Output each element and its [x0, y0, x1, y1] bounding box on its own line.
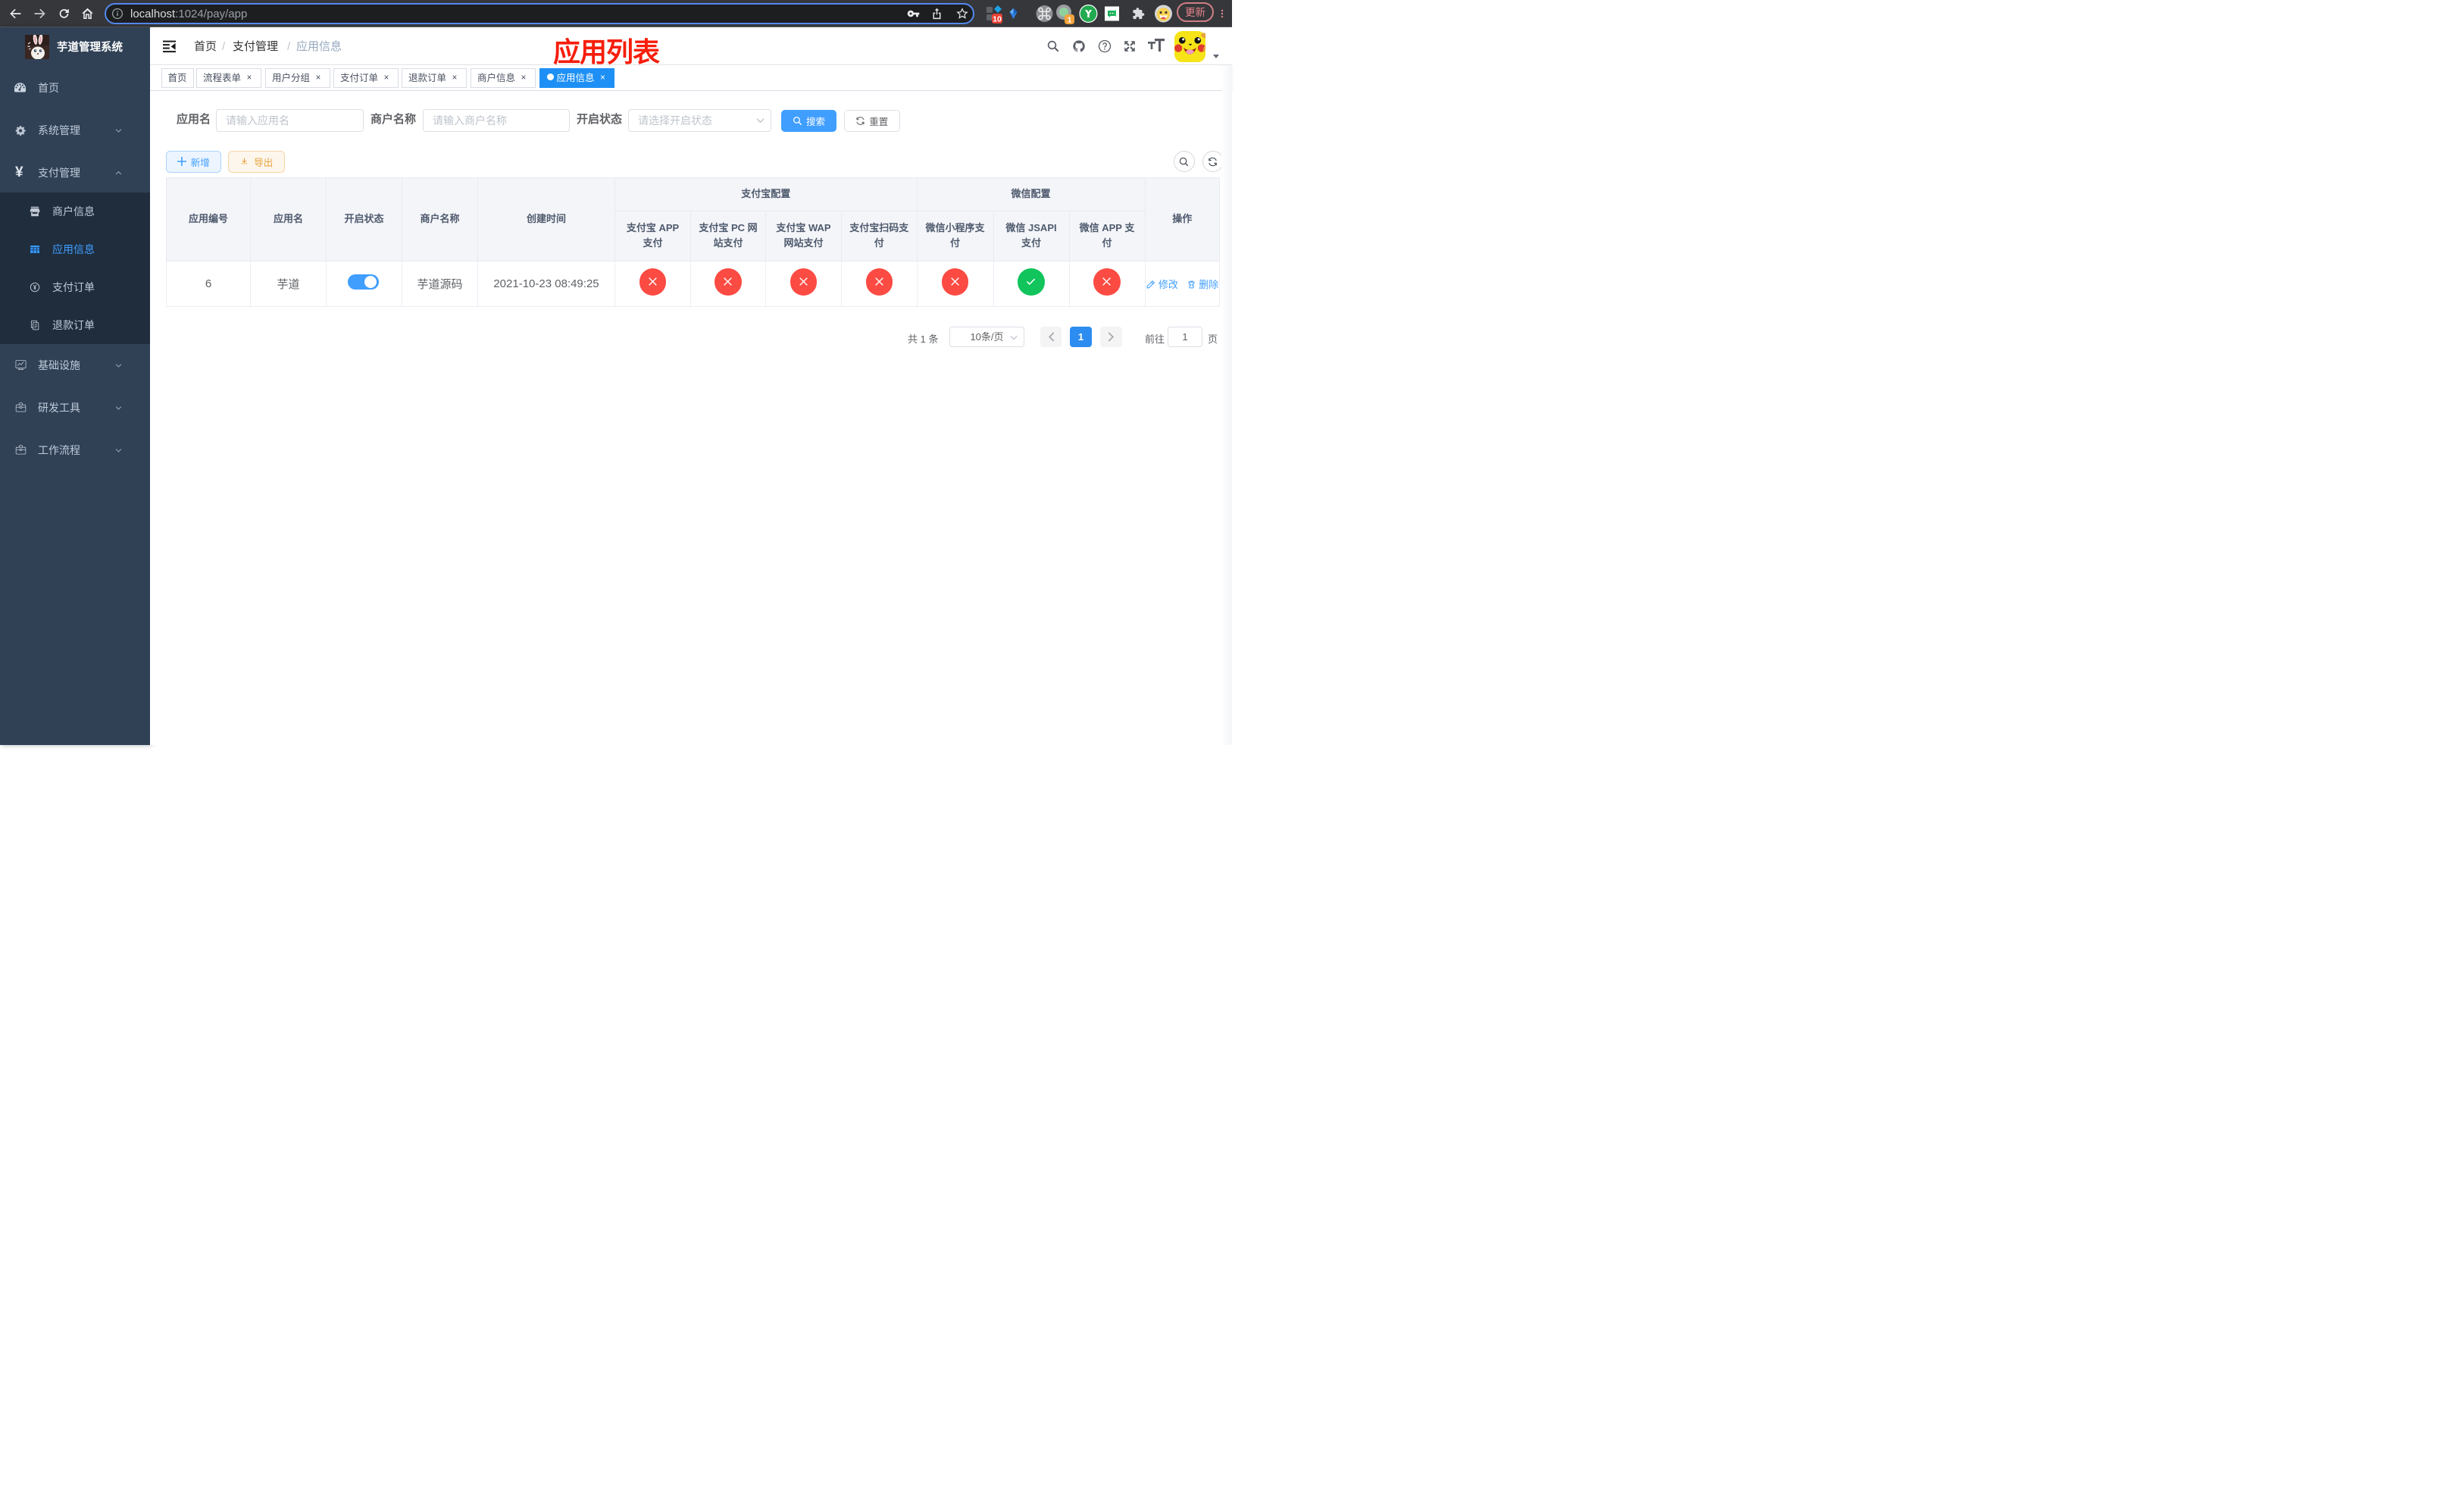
svg-text:10: 10: [993, 15, 1002, 24]
svg-text:1: 1: [1068, 16, 1072, 25]
